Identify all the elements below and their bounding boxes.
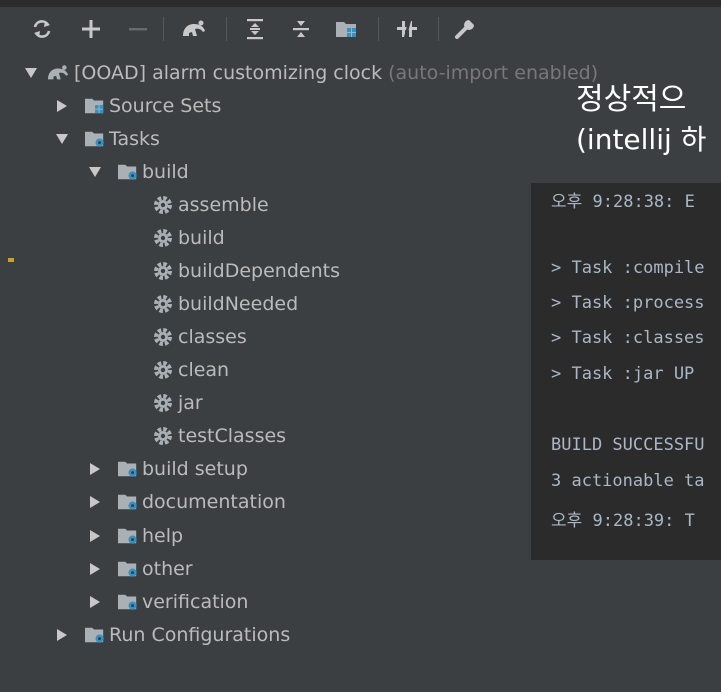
gutter-marker [8,258,14,262]
tree-item-tasks[interactable]: Tasks [51,124,160,154]
task-label: clean [178,359,230,381]
task-label: build [178,227,225,249]
collapsed-arrow-icon[interactable] [84,587,106,617]
expanded-arrow-icon[interactable] [84,157,106,187]
build-output-console[interactable]: 오후 9:28:38: E > Task :compile > Task :pr… [531,183,721,560]
toolbar-separator [226,17,227,41]
gradle-elephant-icon[interactable] [180,15,208,43]
build-group-label: build [142,161,189,183]
collapsed-arrow-icon[interactable] [51,620,73,650]
run-configurations-label: Run Configurations [109,624,291,646]
collapse-all-icon[interactable] [287,15,315,43]
collapsed-arrow-icon[interactable] [84,554,106,584]
tree-task-test-classes[interactable]: testClasses [152,421,286,451]
group-label: help [142,525,184,547]
task-folder-icon [116,587,142,617]
console-line: > Task :process [551,293,705,313]
collapsed-arrow-icon[interactable] [51,91,73,121]
toolbar-separator [438,17,439,41]
console-line: > Task :jar UP [551,364,695,384]
group-label: other [142,558,193,580]
task-folder-icon [116,554,142,584]
gear-icon [152,256,178,286]
remove-icon[interactable] [124,15,152,43]
group-label: build setup [142,458,248,480]
gear-icon [152,355,178,385]
task-label: buildDependents [178,260,340,282]
toolbar-separator [163,17,164,41]
refresh-icon[interactable] [28,15,56,43]
toolbar-separator [378,17,379,41]
group-label: verification [142,591,249,613]
source-sets-label: Source Sets [109,95,222,117]
tree-task-clean[interactable]: clean [152,355,229,385]
tree-group-help[interactable]: help [84,521,183,551]
tree-task-assemble[interactable]: assemble [152,190,269,220]
group-modules-icon[interactable] [333,15,361,43]
tasks-label: Tasks [109,128,160,150]
task-folder-icon [116,521,142,551]
gear-icon [152,388,178,418]
overlay-caption-line2: (intellij 하 [576,123,707,156]
add-icon[interactable] [77,15,105,43]
overlay-caption-line1: 정상적으 [576,82,687,117]
tree-task-build-dependents[interactable]: buildDependents [152,256,340,286]
project-name-label: [OOAD] alarm customizing clock [74,62,383,84]
expanded-arrow-icon[interactable] [20,58,42,88]
collapsed-arrow-icon[interactable] [84,521,106,551]
task-folder-icon [116,454,142,484]
gear-icon [152,421,178,451]
gear-icon [152,289,178,319]
tree-group-build-setup[interactable]: build setup [84,454,248,484]
console-line: > Task :compile [551,258,705,278]
tree-item-run-configurations[interactable]: Run Configurations [51,620,290,650]
task-label: assemble [178,194,269,216]
tree-item-source-sets[interactable]: Source Sets [51,91,221,121]
gradle-elephant-icon [42,58,74,88]
window-top-edge [0,0,721,7]
task-folder-icon [116,487,142,517]
task-folder-icon [116,157,142,187]
tree-group-documentation[interactable]: documentation [84,487,286,517]
group-label: documentation [142,491,286,513]
tree-item-build-group[interactable]: build [84,157,189,187]
tree-task-build[interactable]: build [152,223,225,253]
collapsed-arrow-icon[interactable] [84,487,106,517]
console-line: 오후 9:28:38: E [551,192,695,212]
toggle-offline-icon[interactable] [393,15,421,43]
console-line: > Task :classes [551,328,705,348]
task-label: testClasses [178,425,287,447]
settings-wrench-icon[interactable] [451,15,479,43]
console-line: 오후 9:28:39: T [551,511,695,531]
task-label: classes [178,326,247,348]
auto-import-hint: (auto-import enabled) [388,62,599,84]
gear-icon [152,190,178,220]
gear-icon [152,223,178,253]
gradle-toolbar [0,7,721,51]
tree-task-build-needed[interactable]: buildNeeded [152,289,298,319]
tree-task-jar[interactable]: jar [152,388,203,418]
task-label: buildNeeded [178,293,299,315]
task-label: jar [178,392,203,414]
task-folder-icon [83,620,109,650]
task-folder-icon [83,124,109,154]
tree-root-project[interactable]: [OOAD] alarm customizing clock (auto-imp… [20,58,598,88]
console-line: 3 actionable ta [551,471,705,491]
source-sets-folder-icon [83,91,109,121]
expand-all-icon[interactable] [241,15,269,43]
tree-group-verification[interactable]: verification [84,587,248,617]
expanded-arrow-icon[interactable] [51,124,73,154]
tree-task-classes[interactable]: classes [152,322,247,352]
gear-icon [152,322,178,352]
console-line: BUILD SUCCESSFU [551,435,705,455]
tree-group-other[interactable]: other [84,554,193,584]
collapsed-arrow-icon[interactable] [84,454,106,484]
